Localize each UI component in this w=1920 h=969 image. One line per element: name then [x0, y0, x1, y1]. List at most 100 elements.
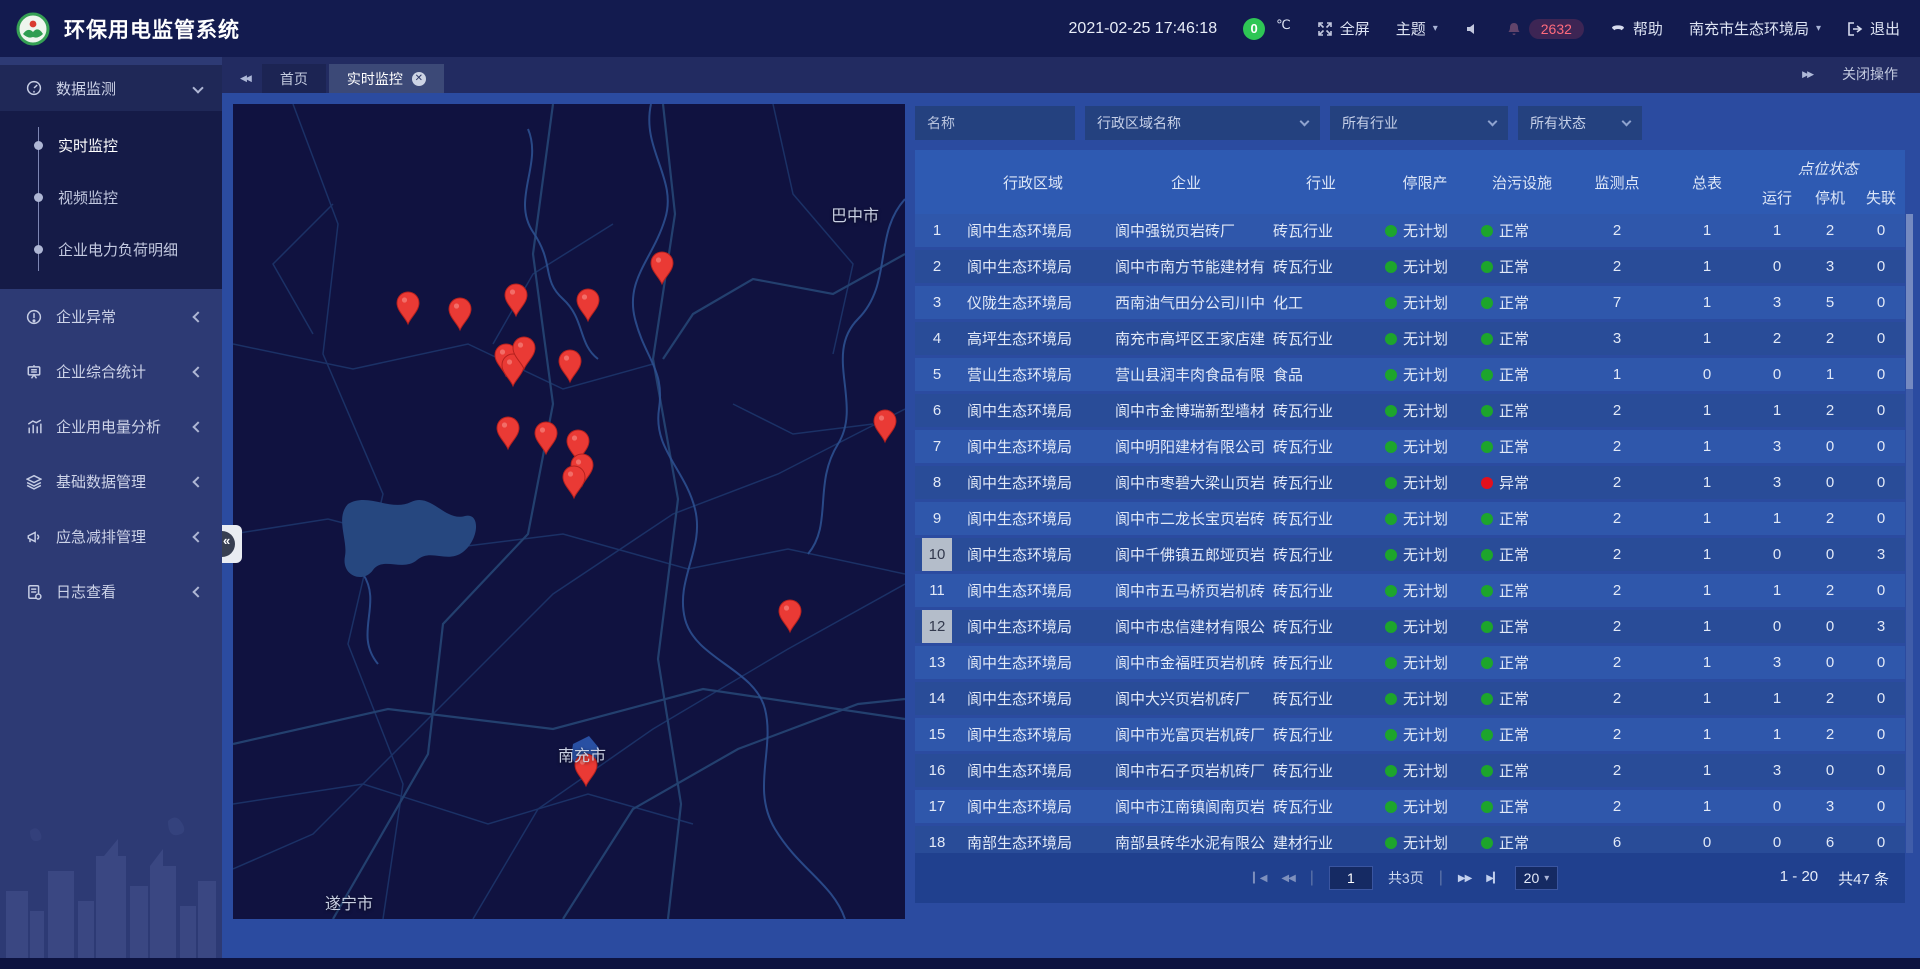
table-header: 行政区域 企业 行业 停限产 治污设施 监测点 总表 点位状态 运行 停机 失联: [915, 150, 1905, 214]
chevron-left-icon: [192, 476, 203, 487]
sidebar-item-video-monitor[interactable]: 视频监控: [0, 171, 222, 223]
table-row[interactable]: 3仪陇生态环境局西南油气田分公司川中化工无计划正常71350: [915, 286, 1905, 319]
map-pin[interactable]: [535, 422, 557, 454]
map-pin[interactable]: [651, 252, 673, 284]
table-rows: 1阆中生态环境局阆中强锐页岩砖厂砖瓦行业无计划正常211202阆中生态环境局阆中…: [915, 214, 1905, 853]
table-row[interactable]: 8阆中生态环境局阆中市枣碧大梁山页岩砖瓦行业无计划异常21300: [915, 466, 1905, 499]
org-menu[interactable]: 南充市生态环境局 ▾: [1689, 18, 1821, 39]
sidebar-item-label: 数据监测: [56, 78, 116, 99]
fullscreen-label: 全屏: [1340, 18, 1370, 39]
phone-icon: [1610, 21, 1626, 37]
map-pin[interactable]: [559, 350, 581, 382]
table-row[interactable]: 15阆中生态环境局阆中市光富页岩机砖厂砖瓦行业无计划正常21120: [915, 718, 1905, 751]
status-dot: [1481, 729, 1493, 741]
sidebar-item-company-abnormal[interactable]: 企业异常: [0, 289, 222, 344]
table-row[interactable]: 13阆中生态环境局阆中市金福旺页岩机砖砖瓦行业无计划正常21300: [915, 646, 1905, 679]
map-panel[interactable]: 巴中市南充市遂宁市: [233, 104, 905, 919]
status-dot: [1385, 477, 1397, 489]
sidebar-item-realtime-monitor[interactable]: 实时监控: [0, 119, 222, 171]
status-dot: [1481, 585, 1493, 597]
map-city-label: 巴中市: [831, 202, 879, 226]
column-header-limit: 停限产: [1377, 150, 1473, 214]
close-operations-button[interactable]: 关闭操作: [1842, 64, 1898, 84]
table-scrollbar[interactable]: [1906, 214, 1913, 853]
chevron-left-icon: [192, 531, 203, 542]
map-pin[interactable]: [874, 410, 896, 442]
status-filter-select[interactable]: 所有状态: [1518, 106, 1642, 140]
megaphone-icon: [26, 529, 42, 545]
tab-realtime-monitor[interactable]: 实时监控 ✕: [329, 64, 444, 93]
map-pin[interactable]: [449, 298, 471, 330]
page-size-select[interactable]: 20 ▾: [1515, 866, 1559, 890]
map-pin[interactable]: [563, 466, 585, 498]
help-button[interactable]: 帮助: [1610, 18, 1663, 39]
status-dot: [1481, 261, 1493, 273]
sidebar-collapse-button[interactable]: [222, 525, 242, 563]
map-pin[interactable]: [505, 284, 527, 316]
sidebar-item-base-data[interactable]: 基础数据管理: [0, 454, 222, 509]
status-dot: [1481, 477, 1493, 489]
logout-button[interactable]: 退出: [1847, 18, 1900, 39]
industry-filter-select[interactable]: 所有行业: [1330, 106, 1508, 140]
status-dot: [1385, 513, 1397, 525]
first-page-button[interactable]: ▎◀: [1253, 873, 1266, 884]
status-dot: [1385, 729, 1397, 741]
table-row[interactable]: 17阆中生态环境局阆中市江南镇阆南页岩砖瓦行业无计划正常21030: [915, 790, 1905, 823]
scrollbar-thumb[interactable]: [1906, 214, 1913, 389]
chevron-down-icon: [1622, 116, 1632, 126]
table-row[interactable]: 2阆中生态环境局阆中市南方节能建材有砖瓦行业无计划正常21030: [915, 250, 1905, 283]
table-row[interactable]: 12阆中生态环境局阆中市忠信建材有限公砖瓦行业无计划正常21003: [915, 610, 1905, 643]
tabs-scroll-right-button[interactable]: ▶▶: [1802, 69, 1812, 80]
map-pin[interactable]: [397, 292, 419, 324]
sidebar-submenu: 实时监控 视频监控 企业电力负荷明细: [0, 111, 222, 289]
table-row[interactable]: 14阆中生态环境局阆中大兴页岩机砖厂砖瓦行业无计划正常21120: [915, 682, 1905, 715]
table-row[interactable]: 1阆中生态环境局阆中强锐页岩砖厂砖瓦行业无计划正常21120: [915, 214, 1905, 247]
pagination-bar: ▎◀ ◀◀ | 共3页 | ▶▶ ▶▎ 20 ▾ 1 - 20 共47 条: [915, 853, 1905, 903]
sidebar-item-power-analysis[interactable]: 企业用电量分析: [0, 399, 222, 454]
sidebar-subitem-label: 实时监控: [58, 135, 118, 156]
fullscreen-button[interactable]: 全屏: [1317, 18, 1370, 39]
sidebar-item-log-view[interactable]: 日志查看: [0, 564, 222, 619]
column-header-facility: 治污设施: [1473, 150, 1571, 214]
sidebar-item-data-monitor[interactable]: 数据监测: [0, 65, 222, 111]
column-header-monitor: 监测点: [1571, 150, 1663, 214]
table-row[interactable]: 10阆中生态环境局阆中千佛镇五郎垭页岩砖瓦行业无计划正常21003: [915, 538, 1905, 571]
table-row[interactable]: 11阆中生态环境局阆中市五马桥页岩机砖砖瓦行业无计划正常21120: [915, 574, 1905, 607]
next-page-button[interactable]: ▶▶: [1458, 873, 1471, 884]
sidebar-item-label: 企业综合统计: [56, 361, 146, 382]
map-pin[interactable]: [497, 417, 519, 449]
speaker-mute-icon[interactable]: [1464, 21, 1480, 37]
prev-page-button[interactable]: ◀◀: [1281, 873, 1294, 884]
theme-menu[interactable]: 主题 ▾: [1396, 18, 1438, 39]
table-row[interactable]: 18南部生态环境局南部县砖华水泥有限公建材行业无计划正常60060: [915, 826, 1905, 853]
logout-label: 退出: [1870, 18, 1900, 39]
page-number-input[interactable]: [1329, 866, 1373, 890]
name-filter-input[interactable]: [915, 106, 1075, 140]
pagination-divider: |: [1439, 869, 1443, 887]
table-row[interactable]: 7阆中生态环境局阆中明阳建材有限公司砖瓦行业无计划正常21300: [915, 430, 1905, 463]
sidebar-item-emergency-reduction[interactable]: 应急减排管理: [0, 509, 222, 564]
table-row[interactable]: 6阆中生态环境局阆中市金博瑞新型墙材砖瓦行业无计划正常21120: [915, 394, 1905, 427]
table-row[interactable]: 4高坪生态环境局南充市高坪区王家店建砖瓦行业无计划正常31220: [915, 322, 1905, 355]
bell-icon: [1506, 21, 1522, 37]
sidebar-item-company-statistics[interactable]: 企业综合统计: [0, 344, 222, 399]
table-row[interactable]: 16阆中生态环境局阆中市石子页岩机砖厂砖瓦行业无计划正常21300: [915, 754, 1905, 787]
status-dot: [1385, 657, 1397, 669]
table-row[interactable]: 5营山生态环境局营山县润丰肉食品有限食品无计划正常10010: [915, 358, 1905, 391]
map-pin[interactable]: [779, 600, 801, 632]
status-dot: [1481, 225, 1493, 237]
table-row[interactable]: 9阆中生态环境局阆中市二龙长宝页岩砖砖瓦行业无计划正常21120: [915, 502, 1905, 535]
tab-home[interactable]: 首页: [262, 64, 326, 93]
chevron-left-icon: [192, 421, 203, 432]
tabs-scroll-left-button[interactable]: ◀◀: [240, 73, 250, 84]
close-icon[interactable]: ✕: [412, 72, 426, 86]
map-pin[interactable]: [577, 289, 599, 321]
last-page-button[interactable]: ▶▎: [1486, 873, 1499, 884]
region-filter-select[interactable]: 行政区域名称: [1085, 106, 1320, 140]
logout-icon: [1847, 21, 1863, 37]
status-dot: [1385, 549, 1397, 561]
range-label: 1 - 20: [1780, 868, 1818, 889]
notification-bell[interactable]: 2632: [1506, 19, 1584, 39]
sidebar-item-power-load-detail[interactable]: 企业电力负荷明细: [0, 223, 222, 275]
log-icon: [26, 584, 42, 600]
